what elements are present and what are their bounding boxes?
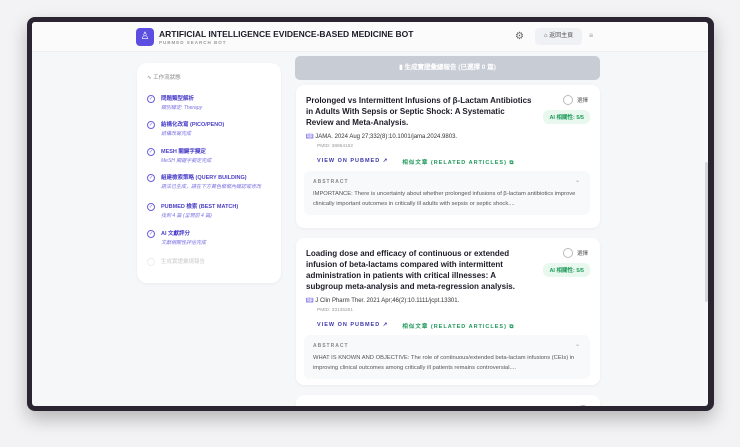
select-checkbox[interactable] [578,405,588,406]
header: ♙ ARTIFICIAL INTELLIGENCE EVIDENCE-BASED… [32,22,708,52]
scrollbar[interactable] [705,162,708,302]
chevron-down-icon[interactable]: ⌄ [575,177,580,184]
article-title[interactable]: Loading dose and efficacy of continuous … [306,248,534,292]
check-circle-icon: ✓ [147,258,155,266]
pmid: PMID: 33135261 [317,308,354,313]
check-circle-icon: ✓ [147,203,155,211]
article-card: Loading dose and efficacy of continuous … [296,238,600,385]
step-label: 生成實證彙總報告 [161,259,206,265]
generate-report-button[interactable]: ▮ 生成實證彙總報告 (已選擇 0 篇) [295,56,600,80]
step-label: AI 文獻評分 [161,231,191,237]
abstract-heading: ABSTRACT [313,179,349,185]
workflow-step: ✓ PUBMED 檢索 (BEST MATCH) 找到 4 篇 (呈現前 4 篇… [147,202,238,219]
workflow-step: ✓ MESH 關鍵字擬定 MeSH 關鍵字擬定完成 [147,147,211,164]
article-title-clipped [306,405,534,406]
logo-icon: ♙ [136,28,154,46]
check-circle-icon: ✓ [147,230,155,238]
step-label: 結構化改寫 (PICO/PENO) [161,122,225,128]
related-articles-link[interactable]: 相似文章 (RELATED ARTICLES) ⧉ [402,158,514,167]
article-title[interactable]: Prolonged vs Intermittent Infusions of β… [306,95,534,128]
article-card [296,395,600,406]
select-checkbox[interactable]: 選擇 [562,248,588,258]
ai-relevance-badge: AI 相關性: 5/5 [543,110,590,124]
step-label: 組建檢索策略 (QUERY BUILDING) [161,175,247,181]
step-label: 問題類型解析 [161,96,195,102]
step-status: 語法已生成，請在下方黃色框框內確認或修改 [161,184,262,190]
journal-citation: 📖︎ JAMA. 2024 Aug 27;332(8):10.1001/jama… [306,134,458,140]
abstract-heading: ABSTRACT [313,343,349,349]
workflow-step: ✓ 生成實證彙總報告 [147,257,205,266]
journal-citation: 📖︎ J Clin Pharm Ther. 2021 Apr;46(2):10.… [306,298,460,304]
workflow-step: ✓ 問題類型解析 類別確定: Therapy [147,94,202,111]
abstract-text: WHAT IS KNOWN AND OBJECTIVE: The role of… [313,355,575,371]
abstract-panel[interactable]: ABSTRACT ⌄ IMPORTANCE: There is uncertai… [304,171,590,215]
view-on-pubmed-link[interactable]: VIEW ON PUBMED ↗ [317,158,388,167]
app-title: ARTIFICIAL INTELLIGENCE EVIDENCE-BASED M… [159,29,414,39]
step-status: 文獻相關性評估完成 [161,240,207,246]
app-subtitle: PUBMED SEARCH BOT [159,40,227,45]
book-icon: 📖︎ [306,298,316,304]
step-label: MESH 關鍵字擬定 [161,149,206,155]
radio-icon [562,95,573,105]
workflow-step: ✓ 組建檢索策略 (QUERY BUILDING) 語法已生成，請在下方黃色框框… [147,173,261,190]
home-button[interactable]: ⌂ 返回主頁 [535,28,582,45]
workflow-step: ✓ AI 文獻評分 文獻相關性評估完成 [147,229,206,246]
check-circle-icon: ✓ [147,95,155,103]
check-circle-icon: ✓ [147,121,155,129]
step-status: MeSH 關鍵字擬定完成 [161,158,212,164]
view-on-pubmed-link[interactable]: VIEW ON PUBMED ↗ [317,322,388,331]
lock-icon[interactable]: 🔒︎ [589,30,593,40]
ai-relevance-badge: AI 相關性: 5/5 [543,263,590,277]
radio-icon [562,248,573,258]
abstract-text: IMPORTANCE: There is uncertainty about w… [313,191,576,207]
workflow-heading: ∿ 工作流狀態 [147,75,181,81]
related-articles-link[interactable]: 相似文章 (RELATED ARTICLES) ⧉ [402,322,514,331]
check-circle-icon: ✓ [147,148,155,156]
chevron-down-icon[interactable]: ⌄ [575,341,580,348]
abstract-panel[interactable]: ABSTRACT ⌄ WHAT IS KNOWN AND OBJECTIVE: … [304,335,590,379]
select-checkbox[interactable]: 選擇 [562,95,588,105]
workflow-sidebar: ∿ 工作流狀態 ✓ 問題類型解析 類別確定: Therapy ✓ 結構化改寫 (… [137,63,281,283]
check-circle-icon: ✓ [147,174,155,182]
workflow-step: ✓ 結構化改寫 (PICO/PENO) 結構改寫完成 [147,120,224,137]
step-status: 找到 4 篇 (呈現前 4 篇) [161,213,212,219]
article-card: Prolonged vs Intermittent Infusions of β… [296,85,600,228]
step-status: 結構改寫完成 [161,131,192,137]
book-icon: 📖︎ [306,134,316,140]
step-status: 類別確定: Therapy [161,105,203,111]
gear-icon[interactable]: ⚙ [515,31,524,42]
pmid: PMID: 38864162 [317,144,354,149]
app-window: ♙ ARTIFICIAL INTELLIGENCE EVIDENCE-BASED… [32,22,708,406]
step-label: PUBMED 檢索 (BEST MATCH) [161,204,239,210]
